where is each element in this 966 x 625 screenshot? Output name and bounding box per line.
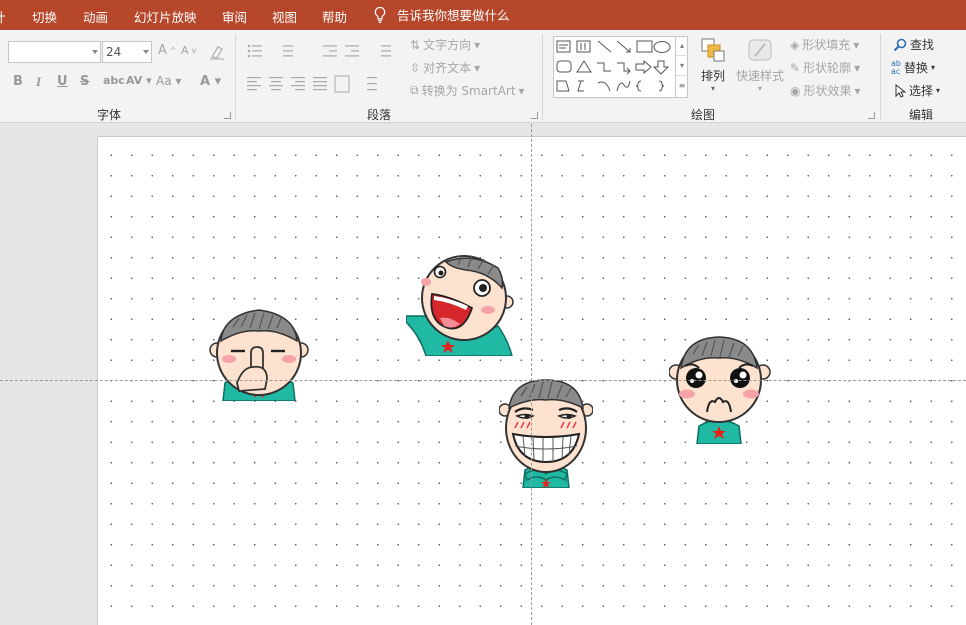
- paragraph-list-buttons[interactable]: [245, 42, 405, 62]
- character-spacing-icon[interactable]: AV ▾: [126, 74, 152, 87]
- replace-icon: ab ac: [891, 58, 901, 76]
- tab-help[interactable]: 帮助: [322, 7, 347, 26]
- chevron-down-icon: [143, 50, 149, 54]
- quick-styles-button[interactable]: 快速样式 ▾: [735, 36, 785, 102]
- pencil-icon: ✎: [790, 60, 801, 75]
- italic-icon[interactable]: I: [36, 74, 41, 90]
- font-size-combo[interactable]: 24: [102, 41, 152, 63]
- arrange-label: 排列: [700, 69, 725, 83]
- chevron-down-icon: ▾: [936, 86, 941, 95]
- replace-button[interactable]: ab ac 替换 ▾: [891, 59, 935, 76]
- shrink-font-icon[interactable]: Av: [181, 44, 196, 57]
- drawing-group-label: 绘图: [691, 108, 716, 122]
- tell-me-text: 告诉我你想要做什么: [397, 8, 510, 23]
- shape-fill-label: 形状填充: [802, 38, 851, 52]
- grow-font-icon[interactable]: A ^: [158, 43, 177, 58]
- chevron-down-icon: [92, 50, 98, 54]
- select-button[interactable]: 选择 ▾: [894, 82, 940, 99]
- shushing-boy-sticker[interactable]: [207, 305, 311, 401]
- shape-effects-button[interactable]: ◉ 形状效果 ▾: [790, 82, 861, 99]
- tab-slide-show[interactable]: 幻灯片放映: [134, 7, 197, 26]
- arrange-button[interactable]: 排列 ▾: [697, 36, 729, 102]
- convert-smartart-label: 转换为 SmartArt: [421, 84, 516, 98]
- tell-me-box[interactable]: 告诉我你想要做什么: [373, 5, 510, 24]
- tab-design[interactable]: 计: [0, 7, 6, 26]
- text-direction-icon: ⇅: [410, 37, 421, 52]
- underline-icon[interactable]: U: [57, 74, 68, 89]
- group-separator: [880, 34, 881, 120]
- text-direction-label: 文字方向: [423, 38, 472, 52]
- cursor-arrow-icon: [895, 83, 906, 98]
- font-color-icon[interactable]: A ▾: [200, 74, 221, 89]
- text-direction-button[interactable]: ⇅ 文字方向 ▾: [410, 36, 480, 53]
- paint-bucket-icon: ◈: [790, 37, 800, 52]
- laughing-boy-sticker[interactable]: [406, 252, 514, 356]
- group-separator: [542, 34, 543, 120]
- find-label: 查找: [910, 38, 935, 52]
- horizontal-smart-guide: [0, 380, 966, 381]
- chevron-down-icon: ▾: [931, 63, 936, 72]
- font-group-label: 字体: [97, 108, 122, 122]
- shapes-gallery-scrollbar[interactable]: ▴ ▾ ≡: [675, 36, 688, 98]
- shadow-icon[interactable]: abc: [103, 74, 125, 87]
- lightbulb-icon: [374, 6, 386, 23]
- clear-formatting-icon[interactable]: [208, 43, 226, 61]
- smirking-boy-sticker[interactable]: [499, 378, 593, 488]
- tab-review[interactable]: 审阅: [222, 7, 247, 26]
- find-button[interactable]: 查找: [893, 36, 934, 53]
- scroll-up-icon[interactable]: ▴: [676, 36, 688, 56]
- shape-effects-label: 形状效果: [803, 84, 852, 98]
- editing-group-label: 编辑: [909, 108, 934, 122]
- chevron-down-icon: ▾: [710, 84, 715, 93]
- shapes-gallery[interactable]: [553, 36, 688, 98]
- chevron-down-icon: ▾: [757, 84, 762, 93]
- font-name-combo[interactable]: [8, 41, 101, 63]
- select-label: 选择: [909, 84, 934, 98]
- slide-workspace[interactable]: [0, 124, 966, 625]
- paragraph-align-buttons[interactable]: [245, 75, 395, 93]
- search-icon: [893, 38, 907, 51]
- change-case-icon[interactable]: Aa ▾: [156, 74, 181, 88]
- convert-smartart-button[interactable]: ⧉ 转换为 SmartArt ▾: [410, 82, 525, 99]
- shape-outline-button[interactable]: ✎ 形状轮廓 ▾: [790, 59, 860, 76]
- font-size-value: 24: [106, 45, 122, 59]
- arrange-icon: [701, 38, 725, 62]
- vertical-smart-guide: [531, 124, 532, 625]
- shape-outline-label: 形状轮廓: [803, 61, 852, 75]
- shape-thumbnails: [556, 40, 671, 92]
- align-text-button[interactable]: ⇳ 对齐文本 ▾: [410, 59, 480, 76]
- scroll-down-icon[interactable]: ▾: [676, 56, 688, 76]
- gallery-more-icon[interactable]: ≡: [676, 76, 688, 96]
- quick-styles-icon: [748, 39, 772, 61]
- ribbon-tab-bar: 计 切换 动画 幻灯片放映 审阅 视图 帮助 告诉我你想要做什么: [0, 0, 966, 30]
- font-dialog-launcher[interactable]: [224, 112, 231, 119]
- align-text-icon: ⇳: [410, 60, 421, 75]
- replace-label: 替换: [903, 61, 928, 75]
- shape-fill-button[interactable]: ◈ 形状填充 ▾: [790, 36, 859, 53]
- smartart-icon: ⧉: [410, 83, 419, 97]
- tab-animations[interactable]: 动画: [83, 7, 108, 26]
- tab-view[interactable]: 视图: [272, 7, 297, 26]
- drawing-dialog-launcher[interactable]: [868, 112, 875, 119]
- teary-boy-sticker[interactable]: [669, 336, 771, 444]
- strikethrough-icon[interactable]: S: [80, 74, 89, 89]
- align-text-label: 对齐文本: [423, 61, 472, 75]
- tab-transitions[interactable]: 切换: [32, 7, 57, 26]
- ribbon: 24 A ^ Av B I U S abc AV ▾ Aa ▾ A ▾ 字体 ⇅…: [0, 30, 966, 123]
- bold-icon[interactable]: B: [13, 74, 23, 89]
- shape-effects-icon: ◉: [790, 83, 801, 98]
- paragraph-dialog-launcher[interactable]: [531, 112, 538, 119]
- quick-styles-label: 快速样式: [735, 69, 784, 83]
- paragraph-group-label: 段落: [367, 108, 392, 122]
- group-separator: [235, 34, 236, 120]
